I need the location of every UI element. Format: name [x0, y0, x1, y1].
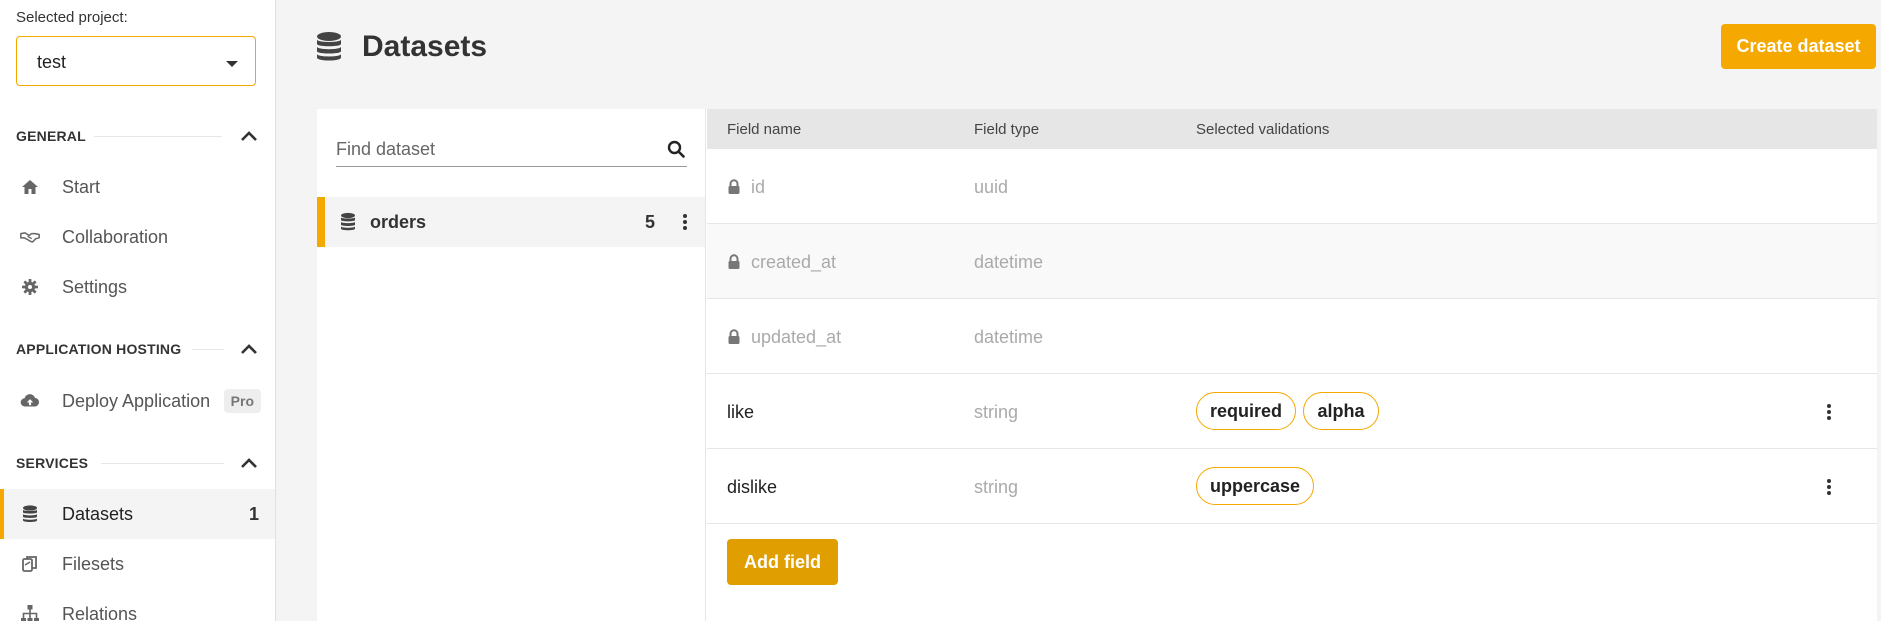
validation-tag-required: required — [1196, 392, 1297, 430]
dataset-item-orders[interactable]: orders 5 — [317, 197, 705, 247]
sidebar-item-label: Filesets — [62, 554, 125, 574]
field-type: datetime — [974, 252, 1044, 272]
handshake-icon — [20, 232, 40, 243]
field-name: updated_at — [751, 327, 842, 347]
column-field-type: Field type — [974, 121, 1040, 138]
page-title: Datasets — [362, 30, 488, 63]
sidebar-item-deploy-application[interactable]: Deploy Application Pro — [0, 376, 275, 426]
section-hosting-header[interactable]: APPLICATION HOSTING — [0, 337, 276, 361]
sidebar-item-label: Relations — [62, 604, 138, 621]
chevron-up-icon — [241, 458, 257, 468]
dataset-name: orders — [370, 212, 427, 232]
chevron-up-icon — [241, 131, 257, 141]
sidebar-item-filesets[interactable]: Filesets — [0, 539, 275, 589]
section-services-header[interactable]: SERVICES — [0, 451, 276, 475]
validation-tag-uppercase: uppercase — [1196, 467, 1315, 505]
validation-tags: required alpha — [1196, 392, 1382, 430]
database-icon — [341, 212, 355, 231]
divider — [101, 463, 224, 464]
dataset-list-pane: Find dataset orders 5 — [317, 109, 706, 621]
datasets-count: 1 — [248, 504, 259, 524]
field-type: string — [974, 402, 1019, 422]
field-type: datetime — [974, 327, 1044, 347]
section-general-header[interactable]: GENERAL — [0, 124, 276, 148]
fields-table: Field name Field type Selected validatio… — [707, 109, 1877, 621]
caret-down-icon — [226, 61, 238, 67]
sidebar-item-label: Collaboration — [62, 227, 169, 247]
search-icon[interactable] — [667, 140, 685, 158]
sidebar-item-relations[interactable]: Relations — [0, 589, 275, 621]
fields-table-header: Field name Field type Selected validatio… — [707, 109, 1877, 149]
sitemap-icon — [21, 605, 39, 621]
field-row-created-at: created_at datetime — [707, 224, 1877, 299]
field-name: dislike — [727, 477, 778, 497]
field-row-like[interactable]: like string required alpha — [707, 374, 1877, 449]
lock-icon — [728, 254, 740, 269]
cloud-upload-icon — [20, 394, 40, 407]
add-field-button[interactable]: Add field — [727, 539, 838, 585]
home-icon — [22, 180, 38, 194]
chevron-up-icon — [241, 344, 257, 354]
divider — [94, 136, 222, 137]
field-name: like — [727, 402, 755, 422]
more-vertical-icon[interactable] — [1821, 476, 1837, 498]
more-vertical-icon[interactable] — [1821, 401, 1837, 423]
field-type: string — [974, 477, 1019, 497]
selected-project-label: Selected project: — [16, 9, 128, 26]
lock-icon — [728, 329, 740, 344]
field-row-dislike[interactable]: dislike string uppercase — [707, 449, 1877, 524]
sidebar-item-label: Start — [62, 177, 101, 197]
sidebar-item-label: Settings — [62, 277, 128, 297]
field-name: created_at — [751, 252, 837, 272]
datasets-panel: Find dataset orders 5 Field name Field t… — [317, 109, 1877, 621]
field-name: id — [751, 177, 766, 197]
gear-icon — [22, 279, 38, 295]
more-vertical-icon[interactable] — [677, 211, 693, 233]
section-hosting-title: APPLICATION HOSTING — [16, 341, 182, 357]
column-validations: Selected validations — [1196, 121, 1330, 138]
field-row-id: id uuid — [707, 149, 1877, 224]
project-select[interactable]: test — [16, 36, 256, 86]
field-row-updated-at: updated_at datetime — [707, 299, 1877, 374]
sidebar-item-datasets[interactable]: Datasets 1 — [0, 489, 275, 539]
database-icon — [317, 32, 341, 61]
dataset-field-count: 5 — [645, 212, 656, 232]
validation-tags: uppercase — [1196, 467, 1317, 505]
create-dataset-button[interactable]: Create dataset — [1721, 24, 1876, 69]
files-icon — [22, 556, 37, 572]
lock-icon — [728, 179, 740, 194]
divider — [192, 349, 224, 350]
sidebar: Selected project: test GENERAL Start Col… — [0, 0, 276, 621]
sidebar-item-start[interactable]: Start — [0, 162, 275, 212]
sidebar-item-label: Datasets — [62, 504, 134, 524]
search-placeholder: Find dataset — [336, 139, 436, 159]
validation-tag-alpha: alpha — [1303, 392, 1379, 430]
column-field-name: Field name — [727, 121, 802, 138]
field-type: uuid — [974, 177, 1009, 197]
section-services-title: SERVICES — [16, 455, 89, 471]
sidebar-item-label: Deploy Application — [62, 391, 211, 411]
database-icon — [23, 505, 37, 523]
section-general-title: GENERAL — [16, 128, 86, 144]
project-select-value: test — [37, 52, 67, 72]
pro-badge: Pro — [223, 389, 261, 413]
find-dataset-input[interactable]: Find dataset — [336, 129, 687, 167]
sidebar-item-collaboration[interactable]: Collaboration — [0, 212, 275, 262]
sidebar-item-settings[interactable]: Settings — [0, 262, 275, 312]
